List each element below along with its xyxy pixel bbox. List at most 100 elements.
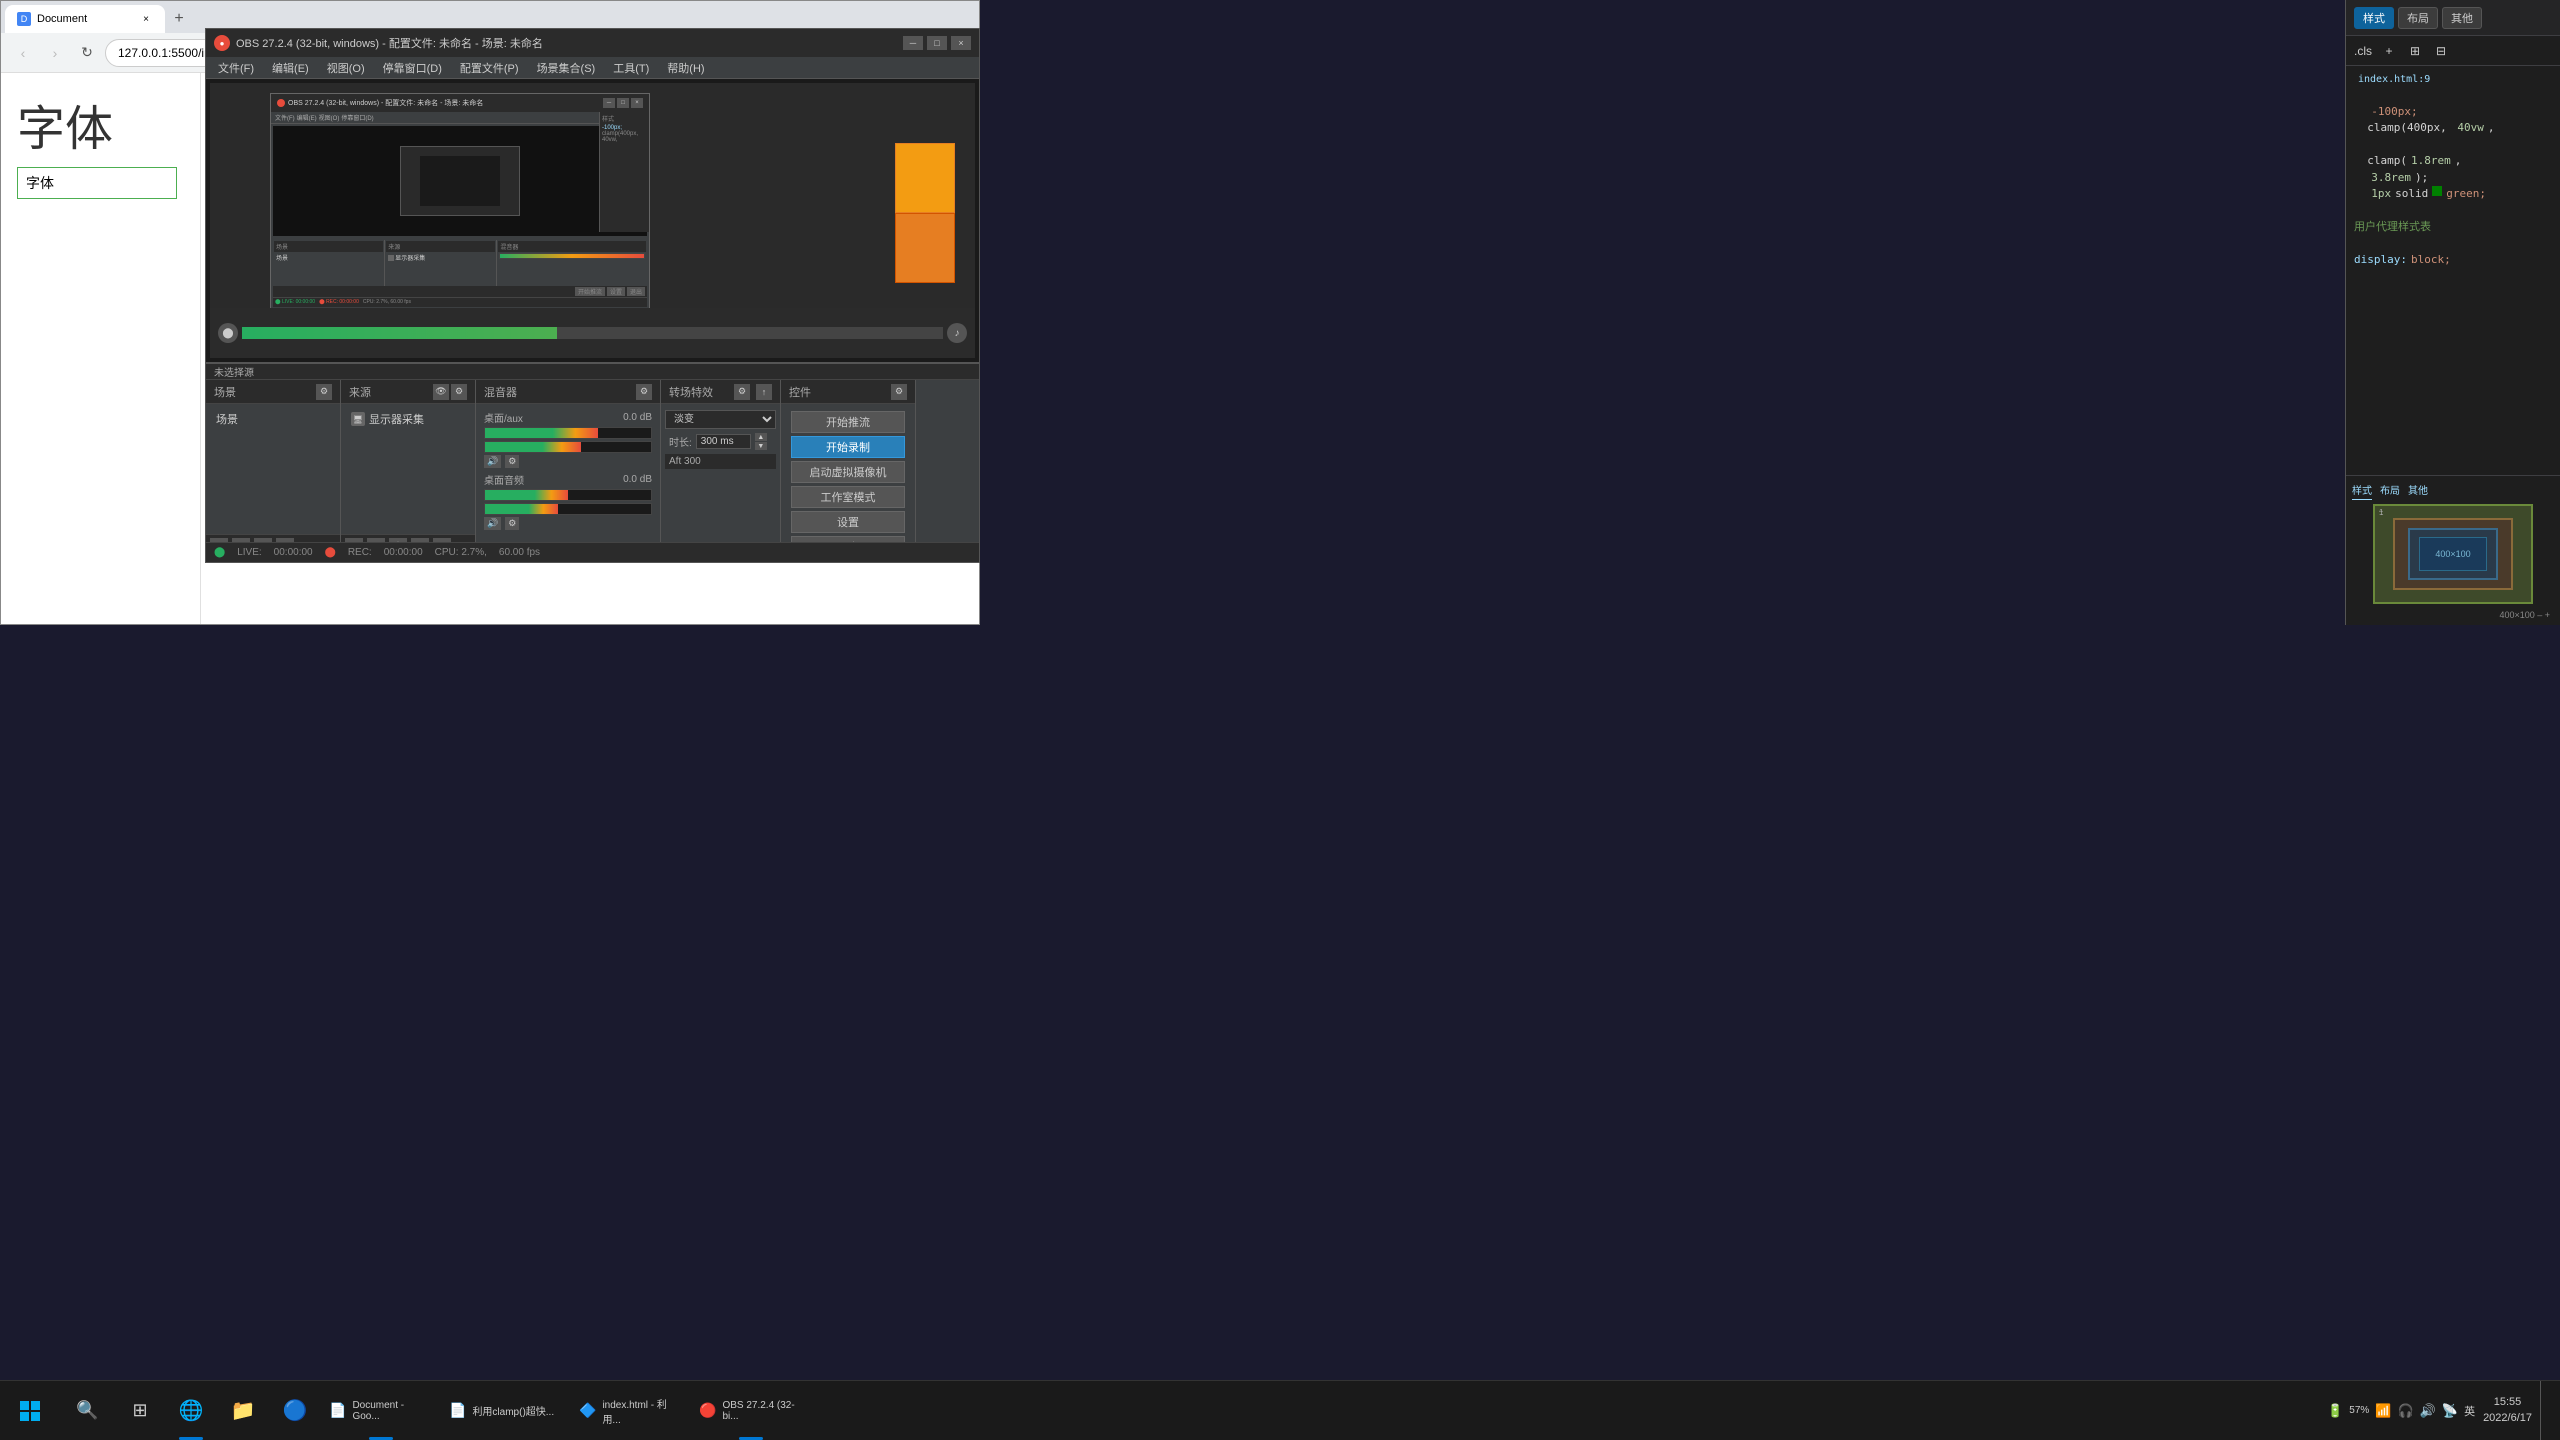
obs-rec-label: REC: (348, 547, 372, 558)
tab-title: Document (37, 13, 87, 25)
obs-menu-tools[interactable]: 工具(T) (605, 57, 657, 79)
obs-live-label: LIVE: (237, 547, 261, 558)
obs-audio-ch2-mute-btn[interactable]: 🔊 (484, 517, 501, 530)
refresh-button[interactable]: ↻ (73, 39, 101, 67)
box-model-tab-styles[interactable]: 样式 (2352, 482, 2372, 500)
obs-audio-ch1-mute-btn[interactable]: 🔊 (484, 455, 501, 468)
obs-duration-down-btn[interactable]: ▼ (755, 442, 767, 450)
devtools-toolbar: 样式 布局 其他 (2346, 0, 2560, 36)
obs-transition-type-select[interactable]: 淡变 (665, 410, 776, 429)
taskbar-app-vscode[interactable]: 🔷 index.html - 利用... (571, 1381, 691, 1440)
code-line-2: clamp(400px, 40vw , (2354, 120, 2552, 137)
obs-sources-eye-btn[interactable]: 👁 (433, 384, 449, 400)
back-button[interactable]: ‹ (9, 39, 37, 67)
box-model-tab-other[interactable]: 其他 (2408, 482, 2428, 500)
bluetooth-icon: 📶 (2375, 1403, 2391, 1419)
taskbar-task-view-button[interactable]: ⊞ (115, 1381, 165, 1440)
obs-audio-ch1-db: 0.0 dB (623, 412, 652, 423)
obs-maximize-btn[interactable]: □ (927, 36, 947, 50)
obs-audio-ch1-meter-top (484, 427, 652, 439)
document-app-label: Document - Goo... (352, 1400, 433, 1422)
obs-start-recording-btn[interactable]: 开始录制 (791, 436, 904, 458)
screenshot-record-btn: ⬤ (218, 323, 238, 343)
obs-sources-settings-btn[interactable]: ⚙ (451, 384, 467, 400)
obs-audio-ch1-name: 桌面/aux 0.0 dB (484, 410, 652, 425)
forward-button[interactable]: › (41, 39, 69, 67)
taskbar-app-document[interactable]: 📄 Document - Goo... (321, 1381, 441, 1440)
obs-minimize-btn[interactable]: ─ (903, 36, 923, 50)
obs-menu-view[interactable]: 视图(O) (319, 57, 373, 79)
screenshot-bottom-controls: ⬤ ♪ (210, 308, 975, 358)
obs-menu-profile[interactable]: 配置文件(P) (452, 57, 527, 79)
taskbar-start-button[interactable] (0, 1381, 60, 1440)
obs-audio-ch1-meter-bottom (484, 441, 652, 453)
obs-close-btn[interactable]: × (951, 36, 971, 50)
devtools-other-tab[interactable]: 其他 (2442, 7, 2482, 29)
obs-duration-label: 时长: (669, 434, 692, 449)
taskbar-app-explorer[interactable]: 📁 (217, 1381, 269, 1440)
mini-obs-title-text: OBS 27.2.4 (32-bit, windows) - 配置文件: 未命名… (288, 98, 483, 108)
obs-app-icon: ● (214, 35, 230, 51)
obs-duration-input[interactable] (696, 434, 751, 449)
obs-sources-header-btns: 👁 ⚙ (433, 384, 467, 400)
obs-scenes-settings-btn[interactable]: ⚙ (316, 384, 332, 400)
browser-tab-active[interactable]: D Document × (5, 5, 165, 33)
box-padding: – 400×100 (2408, 528, 2498, 580)
obs-settings-btn[interactable]: 设置 (791, 511, 904, 533)
obs-studio-mode-btn[interactable]: 工作室模式 (791, 486, 904, 508)
devtools-settings-icon[interactable]: ⊟ (2430, 40, 2452, 62)
taskbar-show-desktop-btn[interactable] (2540, 1381, 2548, 1440)
taskbar-search-button[interactable]: 🔍 (60, 1381, 115, 1440)
obs-audio-ch2-controls: 🔊 ⚙ (484, 517, 652, 530)
taskbar: 🔍 ⊞ 🌐 📁 🔵 📄 Document - Goo... 📄 利用clamp(… (0, 1380, 2560, 1440)
code-comment-user-agent: 用户代理样式表 (2354, 219, 2552, 236)
tab-close-btn[interactable]: × (139, 12, 153, 26)
devtools-filter-icon[interactable]: ⊞ (2404, 40, 2426, 62)
obs-menu-file[interactable]: 文件(F) (210, 57, 262, 79)
font-input[interactable] (17, 167, 177, 199)
obs-menu-edit[interactable]: 编辑(E) (264, 57, 317, 79)
obs-start-virtual-cam-btn[interactable]: 启动虚拟摄像机 (791, 461, 904, 483)
obs-start-stream-btn[interactable]: 开始推流 (791, 411, 904, 433)
language-indicator: 英 (2464, 1403, 2475, 1419)
obs-duration-up-btn[interactable]: ▲ (755, 433, 767, 441)
obs-mixer-settings-btn[interactable]: ⚙ (636, 384, 652, 400)
obs-transitions-up-btn[interactable]: ↑ (756, 384, 772, 400)
obs-scenes-header: 场景 ⚙ (206, 380, 340, 404)
new-tab-button[interactable]: + (165, 5, 193, 33)
taskbar-date-display: 2022/6/17 (2483, 1411, 2532, 1426)
obs-audio-ch1-controls: 🔊 ⚙ (484, 455, 652, 468)
obs-preview: OBS 27.2.4 (32-bit, windows) - 配置文件: 未命名… (206, 79, 979, 362)
taskbar-clock[interactable]: 15:55 2022/6/17 (2483, 1395, 2532, 1426)
taskbar-app-chrome[interactable]: 🔵 (269, 1381, 321, 1440)
devtools-add-icon[interactable]: + (2378, 40, 2400, 62)
taskbar-app-obs[interactable]: 🔴 OBS 27.2.4 (32-bi... (691, 1381, 811, 1440)
obs-scene-item[interactable]: 场景 (210, 408, 336, 430)
font-display: 字体 (17, 89, 184, 159)
devtools-styles-tab[interactable]: 样式 (2354, 7, 2394, 29)
box-model-tab-layout[interactable]: 布局 (2380, 482, 2400, 500)
battery-label: 57% (2349, 1405, 2369, 1416)
obs-audio-ch2-name: 桌面音频 0.0 dB (484, 472, 652, 487)
obs-menu-help[interactable]: 帮助(H) (659, 57, 712, 79)
mini-obs-max: □ (617, 98, 629, 108)
obs-controls-settings-btn[interactable]: ⚙ (891, 384, 907, 400)
devtools-icons-row: .cls + ⊞ ⊟ (2346, 36, 2560, 66)
mini-obs-close: × (631, 98, 643, 108)
desktop: D Document × + ‹ › ↻ ⋮ 字体 样式 布局 (0, 0, 2560, 1440)
obs-audio-ch2-settings-btn[interactable]: ⚙ (505, 517, 519, 530)
obs-mixer-label: 混音器 (484, 384, 517, 400)
taskbar-app-clamp[interactable]: 📄 利用clamp()超快... (441, 1381, 571, 1440)
devtools-layout-tab[interactable]: 布局 (2398, 7, 2438, 29)
obs-audio-ch1-fill-top (485, 428, 598, 438)
mini-mini-screen (420, 156, 500, 206)
obs-menu-scene-collection[interactable]: 场景集合(S) (529, 57, 604, 79)
devtools-add-class-icon[interactable]: .cls (2352, 40, 2374, 62)
obs-source-item-monitor[interactable]: 🖥 显示器采集 (345, 408, 471, 430)
obs-menu-dock[interactable]: 停靠窗口(D) (375, 57, 450, 79)
obs-transitions-settings-btn[interactable]: ⚙ (734, 384, 750, 400)
mini-obs-preview-area (273, 126, 647, 236)
screenshot-timeline-fill (242, 327, 557, 339)
obs-audio-ch1-settings-btn[interactable]: ⚙ (505, 455, 519, 468)
taskbar-app-edge[interactable]: 🌐 (165, 1381, 217, 1440)
